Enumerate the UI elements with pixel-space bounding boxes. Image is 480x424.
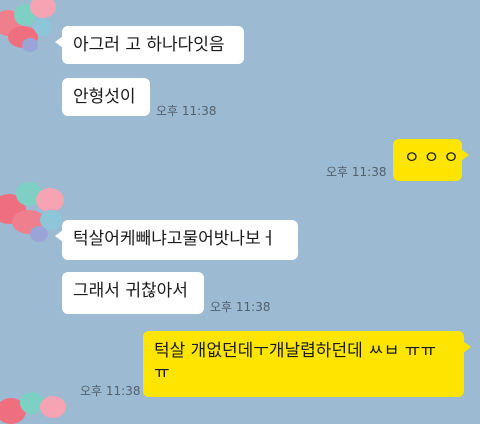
incoming-message-bubble[interactable]: 그래서 귀찮아서 (62, 272, 204, 314)
avatar-blob (34, 18, 52, 36)
message-text: 아그러 고 하나다잇음 (73, 35, 225, 55)
incoming-message-bubble[interactable]: 아그러 고 하나다잇음 (55, 26, 244, 64)
message-text: 턱살어케빼냐고물어밧나보ㅓ (73, 229, 277, 249)
incoming-message-bubble[interactable]: 턱살어케빼냐고물어밧나보ㅓ (55, 220, 298, 260)
avatar-blob (40, 396, 66, 418)
message-timestamp: 오후 11:38 (156, 104, 217, 118)
message-text: 그래서 귀찮아서 (73, 281, 188, 301)
outgoing-message-bubble[interactable]: ㅇㅇㅇ (393, 139, 469, 181)
avatar-blob (36, 188, 64, 212)
message-timestamp: 오후 11:38 (326, 165, 387, 179)
message-timestamp: 오후 11:38 (210, 300, 271, 314)
profile-avatar-icon[interactable] (0, 0, 62, 60)
message-text: ㅇㅇㅇ (404, 148, 463, 168)
message-text-line: ㅠ (154, 363, 170, 383)
incoming-message-bubble[interactable]: 안형섯이 (62, 78, 150, 116)
avatar-blob (22, 38, 38, 52)
avatar-blob (30, 226, 48, 242)
message-text-line: 턱살 개없던데ㅜ개날렵하던데 ㅆㅂ ㅠㅠ (154, 341, 437, 361)
message-timestamp: 오후 11:38 (80, 384, 141, 398)
profile-avatar-icon[interactable] (0, 384, 70, 424)
message-text: 안형섯이 (73, 87, 136, 107)
avatar-blob (30, 0, 56, 18)
outgoing-message-bubble[interactable]: 턱살 개없던데ㅜ개날렵하던데 ㅆㅂ ㅠㅠ ㅠ (143, 331, 471, 397)
